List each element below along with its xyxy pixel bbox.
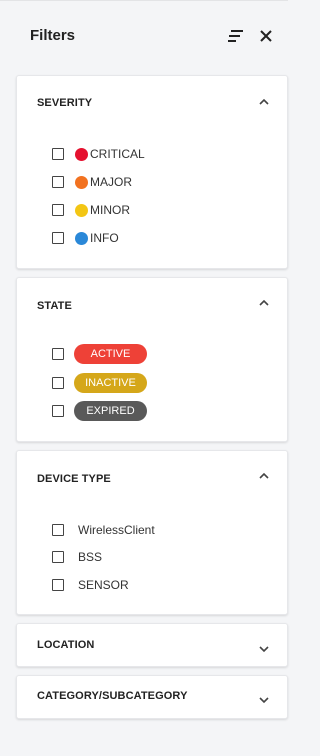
state-option-active[interactable]: ACTIVE (52, 344, 147, 364)
bss-checkbox[interactable] (52, 551, 64, 563)
filters-title: Filters (30, 27, 76, 44)
severity-section: SEVERITY CRITICAL MAJOR MINOR INFO (16, 75, 288, 269)
chevron-up-icon[interactable] (258, 98, 270, 106)
device-type-option-bss[interactable]: BSS (52, 548, 102, 566)
major-checkbox[interactable] (52, 176, 64, 188)
sort-lines-icon[interactable] (228, 30, 244, 42)
close-icon[interactable] (258, 28, 274, 44)
chevron-down-icon[interactable] (258, 696, 270, 704)
chevron-up-icon[interactable] (258, 472, 270, 480)
chevron-up-icon[interactable] (258, 299, 270, 307)
state-section-title: STATE (37, 300, 72, 312)
state-section: STATE ACTIVE INACTIVE EXPIRED (16, 277, 288, 442)
inactive-status-pill: INACTIVE (74, 373, 147, 393)
location-section-title: LOCATION (37, 639, 95, 651)
expired-checkbox[interactable] (52, 405, 64, 417)
sensor-label: SENSOR (78, 578, 129, 592)
bss-label: BSS (78, 550, 103, 564)
minor-color-dot (75, 203, 88, 217)
critical-color-dot (75, 147, 88, 161)
expired-status-pill: EXPIRED (74, 401, 147, 421)
info-label: INFO (90, 231, 119, 245)
major-label: MAJOR (90, 175, 132, 189)
minor-checkbox[interactable] (52, 204, 64, 216)
category-subcategory-section[interactable]: CATEGORY/SUBCATEGORY (16, 675, 288, 719)
state-option-inactive[interactable]: INACTIVE (52, 373, 147, 393)
critical-label: CRITICAL (90, 147, 145, 161)
device-type-section: DEVICE TYPE WirelessClient BSS SENSOR (16, 450, 288, 615)
minor-label: MINOR (90, 203, 130, 217)
info-color-dot (75, 231, 88, 245)
wirelessclient-checkbox[interactable] (52, 524, 64, 536)
inactive-checkbox[interactable] (52, 377, 64, 389)
severity-section-title: SEVERITY (37, 97, 93, 109)
severity-option-critical[interactable]: CRITICAL (52, 145, 145, 163)
wirelessclient-label: WirelessClient (78, 523, 155, 537)
active-status-pill: ACTIVE (74, 344, 147, 364)
device-type-section-title: DEVICE TYPE (37, 473, 111, 485)
device-type-option-sensor[interactable]: SENSOR (52, 576, 129, 594)
severity-option-major[interactable]: MAJOR (52, 173, 132, 191)
category-subcategory-section-title: CATEGORY/SUBCATEGORY (37, 690, 188, 702)
major-color-dot (75, 175, 88, 189)
sensor-checkbox[interactable] (52, 579, 64, 591)
active-checkbox[interactable] (52, 348, 64, 360)
chevron-down-icon[interactable] (258, 645, 270, 653)
info-checkbox[interactable] (52, 232, 64, 244)
severity-option-minor[interactable]: MINOR (52, 201, 130, 219)
device-type-option-wirelessclient[interactable]: WirelessClient (52, 521, 155, 539)
severity-option-info[interactable]: INFO (52, 229, 119, 247)
filters-header: Filters (0, 0, 288, 67)
state-option-expired[interactable]: EXPIRED (52, 401, 147, 421)
critical-checkbox[interactable] (52, 148, 64, 160)
location-section[interactable]: LOCATION (16, 623, 288, 667)
